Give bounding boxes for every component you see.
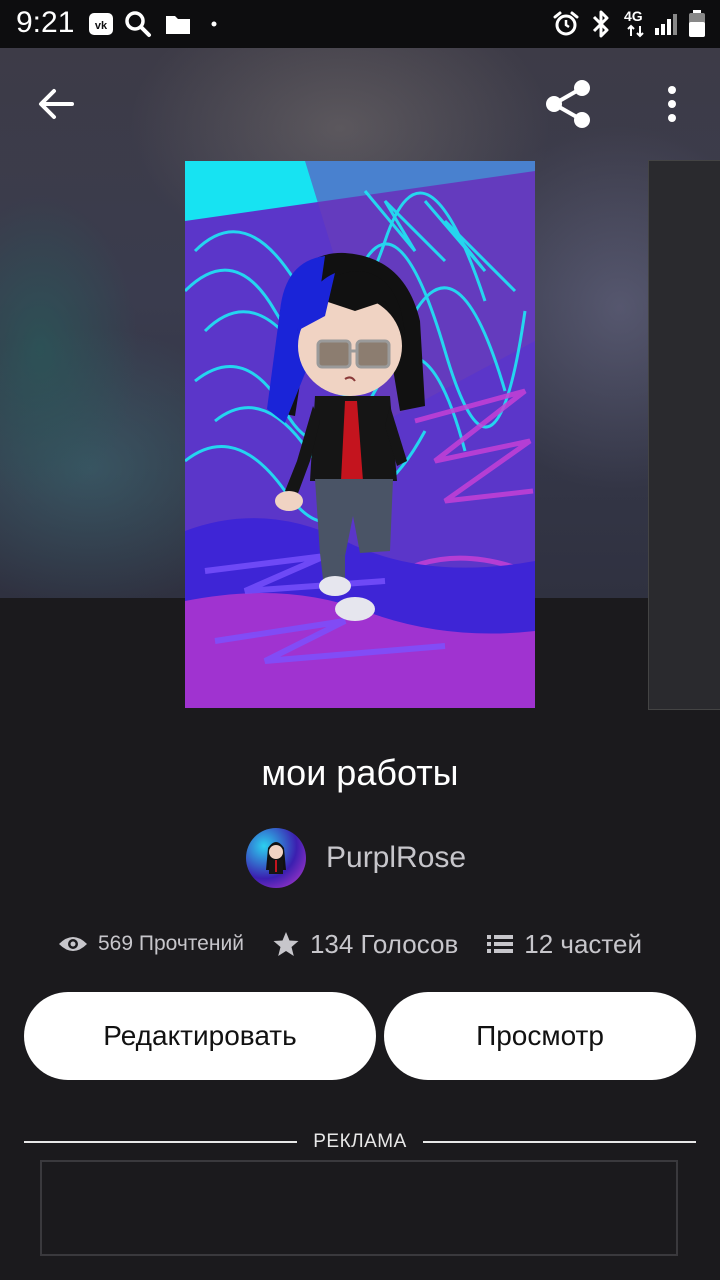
story-title: мои работы: [261, 752, 459, 793]
story-stats: 569 Прочтений 134 Голосов 12 частей: [58, 922, 678, 966]
author-name[interactable]: PurplRose: [326, 841, 466, 875]
ad-divider-right: [422, 1141, 696, 1143]
preview-button[interactable]: Просмотр: [384, 992, 696, 1080]
search-icon: [125, 11, 151, 37]
author-avatar[interactable]: [246, 828, 306, 888]
svg-text:vk: vk: [95, 20, 108, 32]
cover-illustration: [185, 161, 535, 708]
vk-icon: vk: [89, 13, 113, 35]
ad-label: РЕКЛАМА: [313, 1131, 407, 1152]
author-link[interactable]: PurplRose: [246, 828, 466, 888]
ad-header: РЕКЛАМА: [24, 1128, 696, 1156]
story-cover-image[interactable]: [185, 161, 535, 708]
signal-icon: [655, 14, 677, 35]
ad-divider-left: [24, 1141, 298, 1143]
parts-stat: 12 частей: [486, 929, 642, 960]
status-time: 9:21: [16, 6, 75, 39]
more-vertical-icon[interactable]: [660, 84, 684, 124]
parts-count: 12 частей: [524, 928, 643, 959]
battery-icon: [689, 10, 705, 37]
status-bar: 9:21 vk 4G: [0, 0, 720, 48]
arrow-left-icon[interactable]: [36, 86, 76, 122]
network-label: 4G: [624, 8, 643, 24]
folder-icon: [166, 16, 190, 34]
ad-container[interactable]: [40, 1160, 678, 1256]
backdrop-blur: [0, 168, 150, 598]
edit-button[interactable]: Редактировать: [24, 992, 376, 1080]
reads-stat: 569 Прочтений: [58, 932, 244, 956]
avatar-illustration: [266, 842, 286, 874]
eye-icon: [59, 937, 87, 951]
dot-icon: [211, 21, 217, 27]
alarm-icon: [553, 11, 579, 36]
votes-stat: 134 Голосов: [272, 929, 458, 960]
bluetooth-icon: [592, 10, 609, 38]
votes-count: 134 Голосов: [309, 928, 459, 959]
star-icon: [273, 932, 299, 956]
next-cover-preview[interactable]: [648, 160, 720, 710]
list-icon: [487, 935, 514, 953]
share-icon[interactable]: [542, 78, 594, 130]
reads-count: 569 Прочтений: [98, 932, 244, 955]
4g-icon: 4G: [624, 8, 648, 40]
